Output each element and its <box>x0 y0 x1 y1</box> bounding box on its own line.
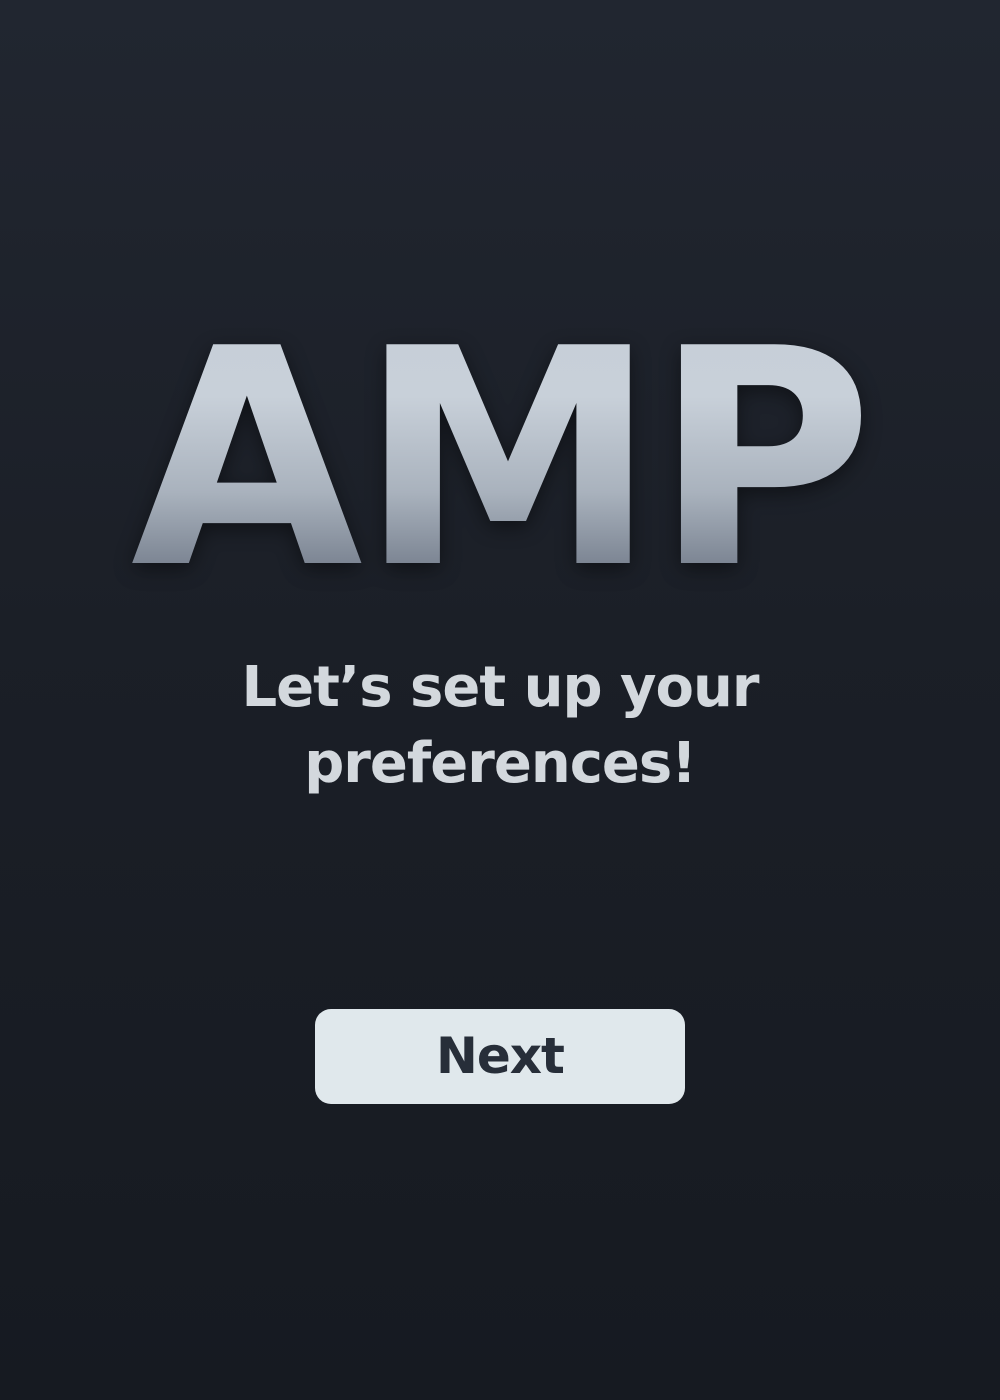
welcome-screen: AMP Let’s set up your preferences! Next <box>0 0 1000 1400</box>
app-logo: AMP <box>0 300 1000 620</box>
welcome-subtitle: Let’s set up your preferences! <box>0 650 1000 802</box>
next-button[interactable]: Next <box>315 1009 685 1104</box>
subtitle-line-1: Let’s set up your <box>241 655 759 720</box>
subtitle-line-2: preferences! <box>304 731 697 796</box>
